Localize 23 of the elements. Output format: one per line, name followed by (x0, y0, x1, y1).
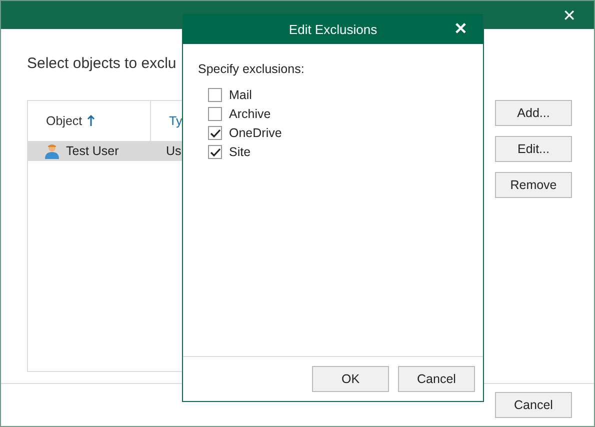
cancel-button[interactable]: Cancel (495, 392, 572, 418)
dialog-title: Edit Exclusions (288, 22, 378, 36)
dialog-button[interactable]: Cancel (398, 366, 475, 392)
table-cell: Us (166, 144, 182, 158)
prompt-label: Specify exclusions: (198, 62, 306, 76)
checkbox[interactable] (208, 88, 222, 102)
close-button[interactable]: ✕ (562, 6, 576, 24)
sort-up-icon (87, 115, 96, 127)
dialog-button[interactable]: OK (312, 366, 389, 392)
checkbox[interactable] (208, 145, 222, 159)
side-button[interactable]: Add... (495, 100, 572, 126)
table-cell: Test User (66, 144, 119, 158)
close-button[interactable]: ✕ (454, 19, 467, 39)
heading: Select objects to exclu (27, 55, 176, 74)
checkbox[interactable] (208, 107, 222, 121)
checkbox-label: Archive (229, 107, 271, 121)
checkbox-label: Site (229, 145, 251, 159)
checkbox[interactable] (208, 126, 222, 140)
checkbox-label: Mail (229, 88, 252, 102)
side-button[interactable]: Edit... (495, 136, 572, 162)
side-button[interactable]: Remove (495, 172, 572, 198)
user-icon (44, 143, 60, 159)
checkbox-label: OneDrive (229, 126, 282, 140)
